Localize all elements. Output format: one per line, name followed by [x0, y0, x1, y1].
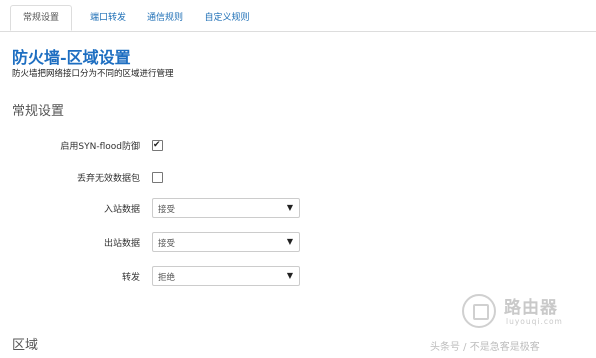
forward-label: 转发	[121, 273, 140, 283]
syn-flood-checkbox[interactable]: ✔	[152, 140, 163, 151]
drop-invalid-label: 丢弃无效数据包	[76, 174, 140, 184]
output-label: 出站数据	[103, 239, 140, 249]
input-policy-value: 接受	[158, 205, 176, 215]
caret-down-icon: ▼	[286, 237, 293, 246]
page-description: 防火墙把网络接口分为不同的区域进行管理	[12, 69, 174, 79]
watermark-domain: luyouqi.com	[506, 317, 563, 326]
watermark-brand: 路由器	[504, 298, 558, 318]
section-title-zones: 区域	[12, 338, 39, 353]
input-label: 入站数据	[103, 205, 140, 215]
tab-traffic-rules[interactable]: 通信规则	[136, 6, 194, 30]
output-policy-value: 接受	[158, 239, 176, 249]
watermark-logo-icon	[462, 294, 496, 328]
tab-port-forward[interactable]: 端口转发	[78, 6, 138, 30]
tab-custom-rules[interactable]: 自定义规则	[196, 6, 258, 30]
page-title: 防火墙-区域设置	[12, 48, 131, 67]
section-title-general: 常规设置	[12, 104, 65, 119]
caret-down-icon: ▼	[286, 203, 293, 212]
tab-general-settings[interactable]: 常规设置	[10, 5, 72, 31]
caret-down-icon: ▼	[286, 271, 293, 280]
forward-policy-value: 拒绝	[158, 273, 176, 283]
drop-invalid-checkbox[interactable]	[152, 172, 163, 183]
checkmark-icon: ✔	[153, 140, 161, 150]
output-policy-select[interactable]: 接受 ▼	[152, 232, 300, 252]
input-policy-select[interactable]: 接受 ▼	[152, 198, 300, 218]
tab-bar: 常规设置 端口转发 通信规则 自定义规则	[0, 0, 596, 32]
watermark-caption: 头条号 / 不是急客是极客	[430, 342, 540, 353]
forward-policy-select[interactable]: 拒绝 ▼	[152, 266, 300, 286]
syn-flood-label: 启用SYN-flood防御	[60, 142, 140, 152]
